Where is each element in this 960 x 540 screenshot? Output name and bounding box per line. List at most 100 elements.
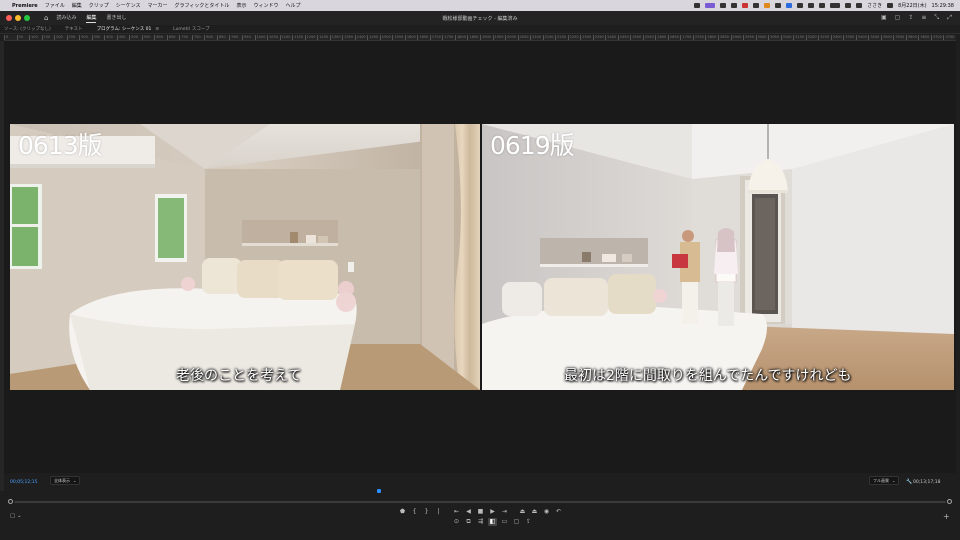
minimize-window-button[interactable] bbox=[15, 15, 21, 21]
zoom-level-value: 全体表示 bbox=[54, 477, 70, 483]
status-icon[interactable] bbox=[742, 3, 749, 8]
tab-source[interactable]: ソース: (クリップなし) bbox=[4, 26, 51, 32]
mark-in-icon[interactable]: { bbox=[410, 508, 419, 516]
duration-timecode: 00;13;17;18 bbox=[913, 479, 941, 485]
wifi-icon[interactable] bbox=[845, 3, 852, 8]
status-icon[interactable] bbox=[720, 3, 727, 8]
video-frame-left: 0613版 老後のことを考えて bbox=[10, 124, 480, 390]
panel-layout-icon[interactable]: ▢ bbox=[895, 14, 901, 22]
safe-margins-icon[interactable]: ⊙ bbox=[452, 518, 461, 526]
app-menu[interactable]: Premiere bbox=[12, 3, 38, 9]
zoom-scrollbar[interactable] bbox=[8, 498, 952, 506]
chevron-down-icon: ⌄ bbox=[892, 478, 896, 483]
menu-sequence[interactable]: シーケンス bbox=[116, 2, 141, 9]
search-icon[interactable] bbox=[856, 3, 863, 8]
tab-lumetri-scopes[interactable]: Lumetri スコープ bbox=[173, 26, 209, 32]
clear-mark-icon[interactable]: | bbox=[434, 508, 443, 516]
panel-menu-icon[interactable]: ≡ bbox=[155, 27, 159, 32]
menu-view[interactable]: 表示 bbox=[236, 2, 246, 9]
status-icon[interactable] bbox=[694, 3, 701, 8]
status-icon[interactable] bbox=[753, 3, 760, 8]
status-area: ささき 8月22日(木) 15:29:38 bbox=[694, 0, 954, 11]
lift-icon[interactable]: ⏏ bbox=[518, 508, 527, 516]
app-header: ⌂ 読み込み 編集 書き出し 戦松様邸動画チェック - 編集済み ▣ ▢ ⇪ ≡… bbox=[0, 11, 960, 25]
control-center-icon[interactable] bbox=[887, 3, 894, 8]
status-icon[interactable] bbox=[786, 3, 793, 8]
overlay-icon[interactable]: ▭ bbox=[500, 518, 509, 526]
chevron-down-icon: ⌄ bbox=[73, 478, 77, 483]
video-frame-right: 0619版 最初は2階に間取りを組んでたんですけれども bbox=[482, 124, 954, 390]
bedroom-image-left bbox=[10, 124, 480, 390]
play-stop-icon[interactable]: ■ bbox=[476, 508, 485, 516]
status-icon[interactable] bbox=[764, 3, 771, 8]
version-label-left: 0613版 bbox=[18, 131, 103, 160]
settings-wrench-icon[interactable]: 🔧 bbox=[906, 479, 912, 485]
undo-icon[interactable]: ↶ bbox=[554, 508, 563, 516]
scrollbar-track[interactable] bbox=[14, 501, 946, 503]
workspace-export[interactable]: 書き出し bbox=[106, 14, 126, 22]
version-label-right: 0619版 bbox=[490, 131, 575, 160]
step-back-icon[interactable]: ◀ bbox=[464, 508, 473, 516]
status-icon[interactable] bbox=[797, 3, 804, 8]
menu-window[interactable]: ウィンドウ bbox=[253, 2, 278, 9]
header-icons: ▣ ▢ ⇪ ≡ ⤡ ⤢ bbox=[881, 14, 952, 22]
export-frame-icon[interactable]: ◉ bbox=[542, 508, 551, 516]
go-to-in-icon[interactable]: ⇤ bbox=[452, 508, 461, 516]
collapse-icon[interactable]: ⤡ bbox=[934, 14, 939, 22]
compare-view-icon[interactable]: ⧉ bbox=[464, 518, 473, 526]
bluetooth-icon[interactable] bbox=[819, 3, 826, 8]
share-icon[interactable]: ⇪ bbox=[908, 14, 913, 22]
scrollbar-left-handle[interactable] bbox=[8, 499, 13, 504]
extract-icon[interactable]: ⏏ bbox=[530, 508, 539, 516]
playhead-timecode[interactable]: 00;05;12;15 bbox=[10, 480, 37, 485]
monitor-settings-icon[interactable]: ▢ ⌄ bbox=[10, 513, 22, 519]
scrollbar-right-handle[interactable] bbox=[947, 499, 952, 504]
go-to-out-icon[interactable]: ⇥ bbox=[500, 508, 509, 516]
status-user[interactable]: ささき bbox=[867, 2, 882, 9]
menu-help[interactable]: ヘルプ bbox=[285, 2, 300, 9]
step-forward-icon[interactable]: ▶ bbox=[488, 508, 497, 516]
menu-file[interactable]: ファイル bbox=[45, 2, 65, 9]
status-icon[interactable] bbox=[731, 3, 738, 8]
mini-timeline[interactable] bbox=[10, 488, 950, 494]
zoom-window-button[interactable] bbox=[24, 15, 30, 21]
status-icon[interactable] bbox=[775, 3, 782, 8]
comparison-toggle-icon[interactable]: ◧ bbox=[488, 518, 497, 526]
transport-controls: ⬟ { } | ⇤ ◀ ■ ▶ ⇥ ⏏ ⏏ ◉ ↶ ⊙ ⧉ ⇶ ◧ ▭ ▢ ⇪ bbox=[0, 508, 960, 530]
add-marker-icon[interactable]: ⬟ bbox=[398, 508, 407, 516]
menu-clip[interactable]: クリップ bbox=[89, 2, 109, 9]
status-icon[interactable] bbox=[808, 3, 815, 8]
clock-date[interactable]: 8月22日(木) bbox=[898, 2, 926, 9]
share-export-icon[interactable]: ⇪ bbox=[524, 518, 533, 526]
zoom-level-select[interactable]: 全体表示 ⌄ bbox=[50, 476, 81, 485]
subtitle-right: 最初は2階に間取りを組んでたんですけれども bbox=[564, 368, 852, 384]
workspace-edit[interactable]: 編集 bbox=[86, 14, 97, 23]
clock-time[interactable]: 15:29:38 bbox=[932, 3, 954, 9]
battery-icon[interactable] bbox=[830, 3, 841, 8]
menu-graphics[interactable]: グラフィックとタイトル bbox=[175, 2, 230, 9]
mark-out-icon[interactable]: } bbox=[422, 508, 431, 516]
playback-resolution-select[interactable]: フル画質 ⌄ bbox=[869, 476, 900, 485]
status-app-icon[interactable] bbox=[705, 3, 716, 8]
macos-menubar: Premiere ファイル 編集 クリップ シーケンス マーカー グラフィックと… bbox=[0, 0, 960, 11]
notification-icon[interactable]: ≡ bbox=[921, 14, 926, 22]
close-window-button[interactable] bbox=[6, 15, 12, 21]
workspace-import[interactable]: 読み込み bbox=[56, 14, 76, 22]
multi-camera-icon[interactable]: ⇶ bbox=[476, 518, 485, 526]
vr-video-icon[interactable]: ▢ bbox=[512, 518, 521, 526]
playhead-marker[interactable] bbox=[376, 489, 381, 493]
window-controls bbox=[6, 15, 30, 21]
tab-program[interactable]: プログラム: シーケンス 01 bbox=[97, 26, 152, 32]
fullscreen-icon[interactable]: ⤢ bbox=[947, 14, 952, 22]
quick-export-icon[interactable]: ▣ bbox=[881, 14, 887, 22]
menu-edit[interactable]: 編集 bbox=[72, 2, 82, 9]
tab-text[interactable]: テキスト bbox=[65, 26, 83, 32]
document-title: 戦松様邸動画チェック - 編集済み bbox=[442, 15, 518, 22]
panel-tab-bar: ソース: (クリップなし) テキスト プログラム: シーケンス 01 ≡ Lum… bbox=[0, 25, 960, 34]
menu-marker[interactable]: マーカー bbox=[148, 2, 168, 9]
bedroom-image-right bbox=[482, 124, 954, 390]
button-editor-plus-icon[interactable]: + bbox=[943, 512, 950, 521]
monitor-footer: 00;05;12;15 全体表示 ⌄ フル画質 ⌄ 🔧 00;13;17;18 bbox=[0, 476, 960, 488]
home-icon[interactable]: ⌂ bbox=[44, 14, 48, 22]
subtitle-left: 老後のことを考えて bbox=[176, 368, 302, 384]
